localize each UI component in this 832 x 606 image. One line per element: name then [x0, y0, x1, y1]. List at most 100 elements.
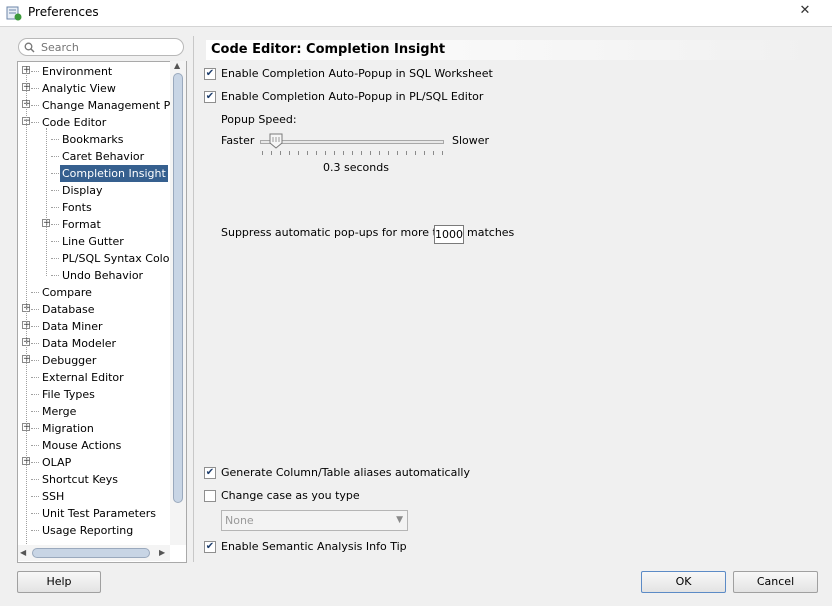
- case-select[interactable]: None ▼: [221, 510, 408, 531]
- tree-item[interactable]: + Analytic View: [18, 80, 186, 97]
- tree-connector: [51, 139, 59, 140]
- tree-connector: [31, 105, 39, 106]
- slider-thumb[interactable]: [269, 133, 283, 149]
- aliases-label: Generate Column/Table aliases automatica…: [221, 466, 470, 479]
- popup-speed-slider[interactable]: [260, 140, 444, 144]
- tree-item-label: Analytic View: [42, 82, 116, 95]
- tree-connector: [51, 224, 59, 225]
- tree-item-label: Migration: [42, 422, 94, 435]
- tree-item[interactable]: + Data Modeler: [18, 335, 186, 352]
- tree-item[interactable]: Bookmarks: [18, 131, 186, 148]
- tree-connector: [31, 71, 39, 72]
- tree-item[interactable]: Undo Behavior: [18, 267, 186, 284]
- scroll-right-icon[interactable]: ▶: [159, 548, 165, 557]
- tree-connector: [51, 173, 59, 174]
- tree-connector: [31, 326, 39, 327]
- ok-button[interactable]: OK: [641, 571, 726, 593]
- tree-connector: [51, 190, 59, 191]
- pane-splitter[interactable]: [193, 36, 194, 562]
- scroll-left-icon[interactable]: ◀: [20, 548, 26, 557]
- sql-worksheet-popup-checkbox[interactable]: ✔: [204, 68, 216, 80]
- tree-connector: [31, 309, 39, 310]
- tree-connector: [31, 122, 39, 123]
- tree-item[interactable]: + OLAP: [18, 454, 186, 471]
- tree-connector: [31, 428, 39, 429]
- suppress-label: Suppress automatic pop-ups for more than: [221, 226, 458, 239]
- vertical-scroll-thumb[interactable]: [173, 73, 183, 503]
- tree-item[interactable]: Completion Insight: [18, 165, 186, 182]
- help-button[interactable]: Help: [17, 571, 101, 593]
- tree-item[interactable]: Merge: [18, 403, 186, 420]
- tree-item[interactable]: PL/SQL Syntax Colors: [18, 250, 186, 267]
- search-icon: [24, 42, 35, 53]
- tree-item[interactable]: + Format: [18, 216, 186, 233]
- tree-item-label: Database: [42, 303, 95, 316]
- tree-item[interactable]: Caret Behavior: [18, 148, 186, 165]
- tree-connector: [31, 496, 39, 497]
- tree-item[interactable]: Compare: [18, 284, 186, 301]
- tree-item[interactable]: − Code Editor: [18, 114, 186, 131]
- search-input[interactable]: [41, 39, 171, 55]
- tree-item-label: Display: [62, 184, 103, 197]
- tree-item-label: Data Miner: [42, 320, 103, 333]
- tree-item-label: Environment: [42, 65, 113, 78]
- plsql-editor-popup-checkbox[interactable]: ✔: [204, 91, 216, 103]
- tree-item[interactable]: Fonts: [18, 199, 186, 216]
- tree-item-label: External Editor: [42, 371, 124, 384]
- tree-item[interactable]: File Types: [18, 386, 186, 403]
- tree-item[interactable]: External Editor: [18, 369, 186, 386]
- change-case-checkbox[interactable]: [204, 490, 216, 502]
- search-box[interactable]: [18, 38, 184, 56]
- tree-item-label: PL/SQL Syntax Colors: [62, 252, 180, 265]
- tree-item[interactable]: + Migration: [18, 420, 186, 437]
- tree-connector: [51, 241, 59, 242]
- tree-item[interactable]: + Change Management Parar: [18, 97, 186, 114]
- aliases-checkbox[interactable]: ✔: [204, 467, 216, 479]
- tree-item-label: Compare: [42, 286, 92, 299]
- faster-label: Faster: [221, 134, 255, 147]
- suppress-count-input[interactable]: [434, 225, 464, 244]
- tree-item[interactable]: SSH: [18, 488, 186, 505]
- tree-item[interactable]: Shortcut Keys: [18, 471, 186, 488]
- tree-connector: [31, 479, 39, 480]
- tree-connector: [31, 445, 39, 446]
- scroll-up-icon[interactable]: ▲: [174, 61, 180, 70]
- tree-vertical-scrollbar[interactable]: ▲: [170, 61, 186, 545]
- sql-worksheet-popup-label: Enable Completion Auto-Popup in SQL Work…: [221, 67, 493, 80]
- case-select-value: None: [225, 514, 254, 527]
- tree-item-label: Format: [62, 218, 101, 231]
- tree-item[interactable]: + Debugger: [18, 352, 186, 369]
- tree-item-label: Unit Test Parameters: [42, 507, 157, 520]
- tree-connector: [31, 513, 39, 514]
- horizontal-scroll-thumb[interactable]: [32, 548, 150, 558]
- tree-item[interactable]: + Environment: [18, 63, 186, 80]
- tree-connector: [51, 156, 59, 157]
- tree-connector: [31, 377, 39, 378]
- tree-item[interactable]: + Database: [18, 301, 186, 318]
- tree-guide-line: [46, 128, 47, 276]
- cancel-button[interactable]: Cancel: [733, 571, 818, 593]
- tree-connector: [31, 411, 39, 412]
- semantic-checkbox[interactable]: ✔: [204, 541, 216, 553]
- tree-item[interactable]: Usage Reporting: [18, 522, 186, 539]
- tree-item-label: Change Management Parar: [42, 99, 187, 112]
- tree-item[interactable]: Line Gutter: [18, 233, 186, 250]
- tree-item[interactable]: + Data Miner: [18, 318, 186, 335]
- tree-horizontal-scrollbar[interactable]: ◀ ▶: [18, 545, 170, 561]
- tree-item[interactable]: Unit Test Parameters: [18, 505, 186, 522]
- slider-ticks: [262, 151, 444, 155]
- settings-panel: Code Editor: Completion Insight ✔ Enable…: [200, 36, 824, 562]
- tree-item-label: Line Gutter: [62, 235, 124, 248]
- tree-connector: [31, 360, 39, 361]
- tree-item[interactable]: Display: [18, 182, 186, 199]
- tree-item-label: Fonts: [62, 201, 92, 214]
- close-button[interactable]: ✕: [784, 2, 826, 20]
- page-title: Code Editor: Completion Insight: [206, 40, 821, 60]
- plsql-editor-popup-label: Enable Completion Auto-Popup in PL/SQL E…: [221, 90, 484, 103]
- tree-connector: [31, 530, 39, 531]
- tree-connector: [51, 207, 59, 208]
- tree-item-label: Shortcut Keys: [42, 473, 119, 486]
- tree-item[interactable]: Mouse Actions: [18, 437, 186, 454]
- tree-item-label: Mouse Actions: [42, 439, 122, 452]
- tree-item-label: SSH: [42, 490, 65, 503]
